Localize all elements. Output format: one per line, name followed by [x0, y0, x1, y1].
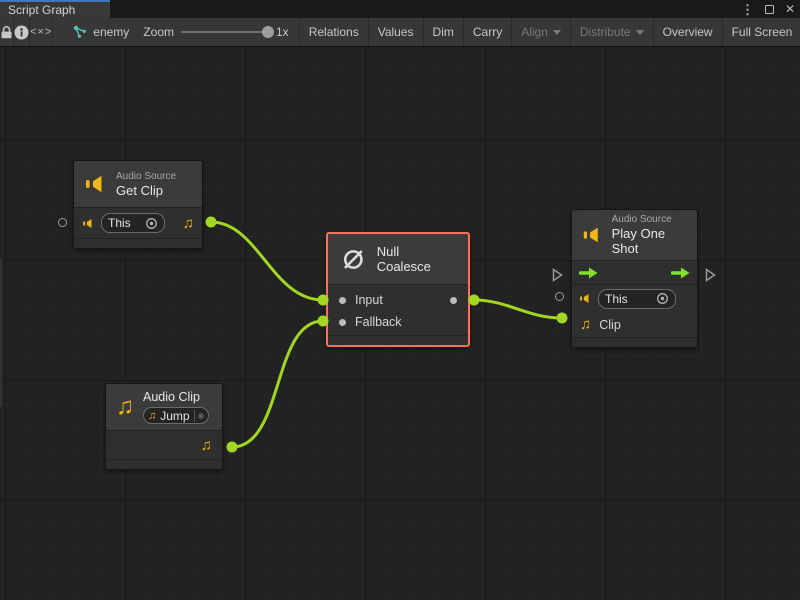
null-coalesce-icon: [340, 246, 367, 273]
tab-label: Script Graph: [8, 3, 75, 17]
chevron-down-icon: [553, 30, 561, 35]
this-object-field[interactable]: This: [101, 213, 165, 233]
align-button[interactable]: Align: [512, 18, 571, 46]
breadcrumb-label: enemy: [93, 25, 129, 39]
audio-source-icon: [82, 217, 95, 230]
zoom-label: Zoom: [143, 25, 174, 39]
node-get-clip[interactable]: Audio Source Get Clip This ♫: [73, 160, 203, 249]
wire-endpoint[interactable]: [206, 217, 217, 228]
flow-exit-triangle-icon[interactable]: [705, 268, 716, 282]
close-icon[interactable]: ✕: [785, 3, 795, 15]
node-audio-clip[interactable]: ♫ Audio Clip ♫ Jump ♫: [105, 383, 223, 470]
node-null-coalesce-header[interactable]: Null Coalesce: [328, 234, 468, 284]
distribute-button[interactable]: Distribute: [571, 18, 654, 46]
node-footer: [74, 239, 202, 248]
audio-clip-port-icon[interactable]: ♫: [183, 216, 194, 231]
wire-endpoint[interactable]: [469, 295, 480, 306]
node-footer: [328, 336, 468, 345]
node-category: Audio Source: [612, 214, 687, 226]
values-button[interactable]: Values: [369, 18, 424, 46]
get-clip-target-port[interactable]: [58, 218, 67, 227]
graph-toolbar: <×> enemy Zoom 1x Relations Values Dim C…: [0, 18, 800, 47]
node-play-one-shot-header[interactable]: Audio Source Play One Shot: [572, 210, 697, 260]
clip-object-field[interactable]: ♫ Jump: [143, 407, 209, 424]
script-graph-window: Script Graph ⋮ ✕ <×>: [0, 0, 800, 600]
node-audio-clip-header[interactable]: ♫ Audio Clip ♫ Jump: [106, 384, 222, 430]
fallback-port-label: Fallback: [355, 315, 402, 329]
object-picker-icon[interactable]: [198, 410, 204, 422]
audio-clip-icon: ♫: [116, 395, 134, 419]
dim-button[interactable]: Dim: [424, 18, 464, 46]
audio-clip-port-icon[interactable]: ♫: [580, 317, 591, 332]
lock-button[interactable]: [0, 18, 14, 46]
node-title: Audio Clip: [143, 390, 209, 405]
zoom-slider-handle[interactable]: [262, 26, 274, 38]
flow-input-arrow-icon[interactable]: [579, 267, 598, 279]
node-title: Get Clip: [116, 183, 176, 198]
window-controls: ⋮ ✕: [741, 0, 795, 18]
flow-entry-triangle-icon[interactable]: [552, 268, 563, 282]
node-get-clip-header[interactable]: Audio Source Get Clip: [74, 161, 202, 207]
node-category: Audio Source: [116, 171, 176, 183]
carry-button[interactable]: Carry: [464, 18, 512, 46]
wire-endpoint[interactable]: [557, 313, 568, 324]
node-title: Play One Shot: [612, 226, 687, 256]
wire-endpoint[interactable]: [227, 442, 238, 453]
code-icon: <×>: [30, 26, 52, 38]
wire-result-to-clip[interactable]: [474, 300, 562, 318]
full-screen-button[interactable]: Full Screen: [723, 18, 800, 46]
tab-strip: Script Graph ⋮ ✕: [0, 0, 800, 18]
menu-dots-icon[interactable]: ⋮: [741, 3, 754, 16]
audio-source-icon: [579, 292, 592, 305]
zoom-value: 1x: [276, 25, 289, 39]
object-picker-icon[interactable]: [145, 217, 158, 230]
flow-output-arrow-icon[interactable]: [671, 267, 690, 279]
node-null-coalesce[interactable]: Null Coalesce Input Fallback: [326, 232, 470, 347]
breadcrumb[interactable]: enemy: [53, 18, 141, 46]
graph-icon: [73, 25, 87, 39]
audio-clip-port-icon[interactable]: ♫: [201, 438, 212, 453]
input-port-label: Input: [355, 293, 383, 307]
node-title: Null Coalesce: [377, 244, 456, 274]
inspect-button[interactable]: [14, 18, 30, 46]
result-port[interactable]: [450, 297, 457, 304]
relations-button[interactable]: Relations: [300, 18, 369, 46]
audio-source-icon: [84, 173, 108, 195]
node-footer: [572, 338, 697, 347]
fallback-port[interactable]: [339, 319, 346, 326]
offscreen-node-edge: [0, 259, 2, 407]
node-play-one-shot[interactable]: Audio Source Play One Shot: [571, 209, 698, 348]
maximize-icon[interactable]: [765, 5, 774, 14]
graph-canvas[interactable]: Audio Source Get Clip This ♫: [0, 47, 800, 600]
object-picker-icon[interactable]: [656, 292, 669, 305]
wire-audioclip-to-fallback[interactable]: [232, 321, 323, 447]
lock-icon: [0, 25, 13, 39]
code-view-button[interactable]: <×>: [30, 18, 53, 46]
this-object-field[interactable]: This: [598, 289, 676, 309]
info-icon: [14, 25, 29, 40]
node-footer: [106, 460, 222, 469]
play-one-shot-target-port[interactable]: [555, 292, 564, 301]
overview-button[interactable]: Overview: [654, 18, 723, 46]
clip-port-label: Clip: [599, 318, 621, 332]
zoom-control: Zoom 1x: [141, 18, 299, 46]
audio-source-icon: [582, 224, 604, 246]
zoom-slider[interactable]: [181, 31, 269, 33]
tab-script-graph[interactable]: Script Graph: [0, 0, 110, 18]
input-port[interactable]: [339, 297, 346, 304]
audio-clip-mini-icon: ♫: [148, 410, 156, 422]
wire-getclip-to-input[interactable]: [211, 222, 323, 300]
chevron-down-icon: [636, 30, 644, 35]
